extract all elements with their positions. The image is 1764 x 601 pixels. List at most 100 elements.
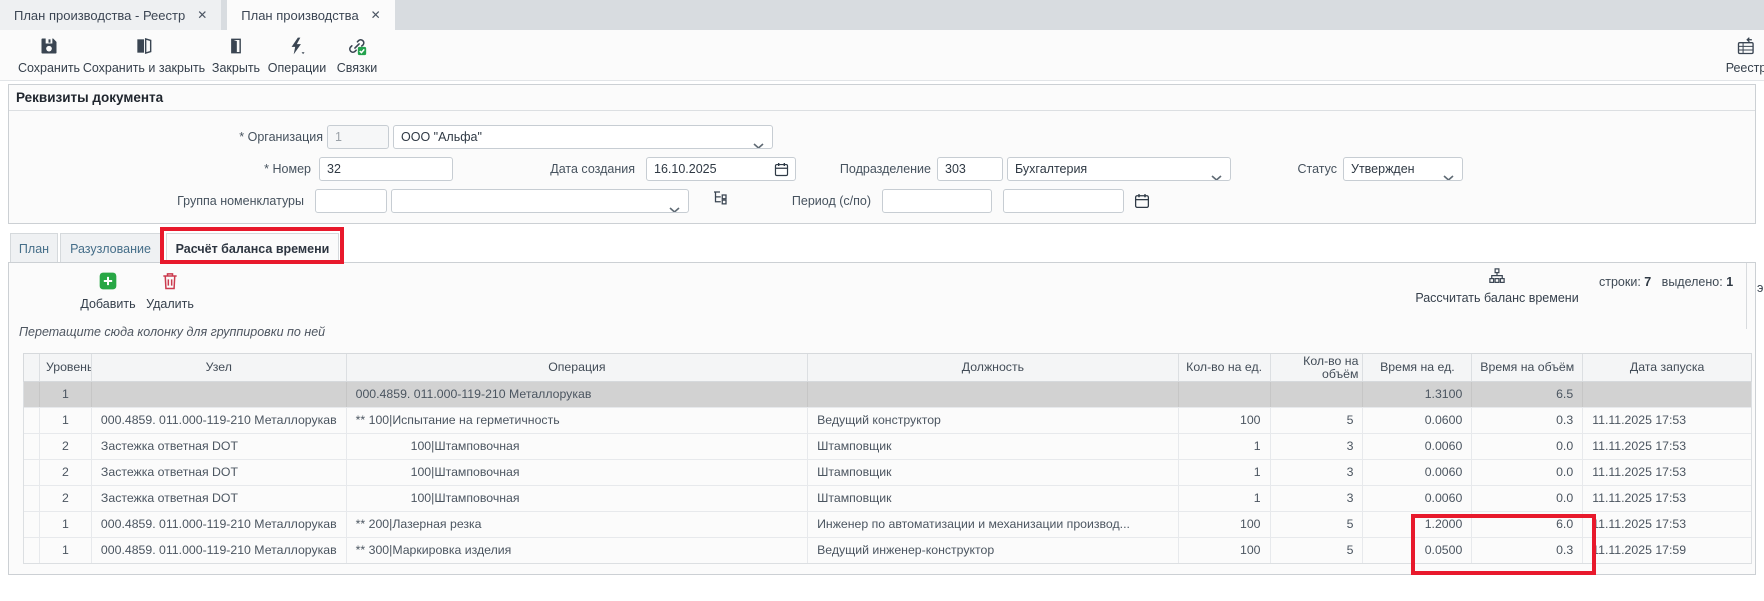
window-tab-label: План производства - Реестр [14,8,185,23]
close-document-button[interactable]: Закрыть [210,36,262,75]
grid-body: 1000.4859. 011.000-119-210 Металлорукав1… [23,382,1752,564]
cell: 100 [1179,538,1271,563]
table-row[interactable]: 2Застежка ответная DOT100|ШтамповочнаяШт… [24,434,1751,460]
rows-info: строки: 7 выделено: 1 [1599,275,1733,289]
operations-button[interactable]: Операции [272,36,322,75]
number-field[interactable]: 32 [319,157,453,181]
selected-count-label: выделено: [1662,275,1723,289]
table-row[interactable]: 1000.4859. 011.000-119-210 Металлорукав*… [24,512,1751,538]
created-date-field[interactable]: 16.10.2025 [646,157,796,181]
cell: 6.0 [1472,512,1583,537]
column-header[interactable] [24,354,40,381]
cell: 11.11.2025 17:53 [1583,512,1751,537]
window-tab-registry[interactable]: План производства - Реестр ✕ [0,0,221,30]
cell: 0.0060 [1363,460,1472,485]
cell: 0.0600 [1363,408,1472,433]
cell: 100 [1179,512,1271,537]
lightning-icon [287,36,307,59]
status-select[interactable]: Утвержден [1343,157,1463,181]
cell: ** 200|Лазерная резка [347,512,808,537]
nomenclature-select[interactable] [391,189,689,213]
status-value: Утвержден [1351,162,1415,176]
cell: 11.11.2025 17:53 [1583,486,1751,511]
number-label: * Номер [169,157,311,181]
cell: Инженер по автоматизации и механизации п… [808,512,1179,537]
column-header[interactable]: Узел [92,354,347,381]
department-code-field[interactable]: 303 [937,157,1003,181]
table-row[interactable]: 2Застежка ответная DOT100|ШтамповочнаяШт… [24,460,1751,486]
cell: Штамповщик [808,460,1179,485]
tab-time-balance[interactable]: Расчёт баланса времени [166,233,339,263]
cell: 000.4859. 011.000-119-210 Металлорукав [347,382,808,407]
column-header[interactable]: Операция [347,354,808,381]
cell [24,460,40,485]
selected-count-value: 1 [1726,275,1733,289]
close-icon[interactable]: ✕ [371,8,381,22]
cell: 3 [1271,486,1364,511]
tab-plan[interactable]: План [10,233,58,263]
cell: Ведущий конструктор [808,408,1179,433]
cell: 100|Штамповочная [347,486,808,511]
save-button[interactable]: Сохранить [20,36,78,75]
nomenclature-group-label: Группа номенклатуры [134,189,304,213]
organization-value: ООО "Альфа" [401,130,482,144]
chevron-down-icon [1211,167,1222,181]
cell: 1 [40,512,92,537]
cell: 5 [1271,408,1364,433]
calculate-time-balance-label: Рассчитать баланс времени [1415,291,1578,305]
cell: 1 [1179,460,1271,485]
links-label: Связки [337,61,377,75]
cell: Ведущий инженер-конструктор [808,538,1179,563]
delete-row-button[interactable]: Удалить [142,271,198,311]
chain-link-icon [347,36,367,59]
registry-button[interactable]: Реестр [1706,36,1764,75]
links-button[interactable]: Связки [336,36,378,75]
organization-code-field[interactable]: 1 [327,125,389,149]
side-panel-clipped-label[interactable]: эк [1746,263,1764,329]
cell: 11.11.2025 17:53 [1583,434,1751,459]
close-icon[interactable]: ✕ [197,8,207,22]
organization-select[interactable]: ООО "Альфа" [393,125,773,149]
calendar-icon[interactable] [773,161,790,178]
calendar-icon[interactable] [1133,192,1151,210]
cell: 000.4859. 011.000-119-210 Металлорукав [92,512,347,537]
nomenclature-code-field[interactable] [315,189,387,213]
table-row[interactable]: 1000.4859. 011.000-119-210 Металлорукав*… [24,538,1751,563]
cell: 100|Штамповочная [347,434,808,459]
hierarchy-tree-button[interactable] [707,188,733,212]
window-tab-production-plan[interactable]: План производства ✕ [227,0,394,30]
chevron-down-icon [1443,167,1454,181]
save-and-close-button[interactable]: Сохранить и закрыть [92,36,196,75]
cell [1271,382,1364,407]
column-header[interactable]: Кол-во на ед. [1179,354,1271,381]
rows-count-label: строки: [1599,275,1641,289]
table-row[interactable]: 2Застежка ответная DOT100|ШтамповочнаяШт… [24,486,1751,512]
column-header[interactable]: Должность [808,354,1179,381]
department-select[interactable]: Бухгалтерия [1007,157,1231,181]
cell: 11.11.2025 17:59 [1583,538,1751,563]
calculate-time-balance-button[interactable]: Рассчитать баланс времени [1409,267,1585,305]
column-header[interactable]: Время на ед. [1363,354,1472,381]
department-label: Подразделение [805,157,931,181]
column-header[interactable]: Время на объём [1472,354,1583,381]
created-date-label: Дата создания [505,157,635,181]
period-from-field[interactable] [882,189,992,213]
save-label: Сохранить [18,61,80,75]
created-date-value: 16.10.2025 [654,162,717,176]
cell: 2 [40,460,92,485]
tab-razuzlovanie[interactable]: Разузлование [60,233,161,263]
table-row[interactable]: 1000.4859. 011.000-119-210 Металлорукав*… [24,408,1751,434]
column-header[interactable]: Уровень [40,354,92,381]
rows-count-value: 7 [1644,275,1651,289]
grid-header-row: УровеньУзелОперацияДолжностьКол-во на ед… [23,353,1752,382]
add-row-button[interactable]: Добавить [78,271,138,311]
table-row[interactable]: 1000.4859. 011.000-119-210 Металлорукав1… [24,382,1751,408]
plus-icon [98,271,118,294]
column-header[interactable]: Кол-во на объём [1271,354,1364,381]
trash-icon [160,271,180,294]
hierarchy-icon [711,189,729,212]
period-to-field[interactable] [1003,189,1124,213]
column-header[interactable]: Дата запуска [1583,354,1751,381]
cell: Штамповщик [808,434,1179,459]
cell: 1 [40,382,92,407]
